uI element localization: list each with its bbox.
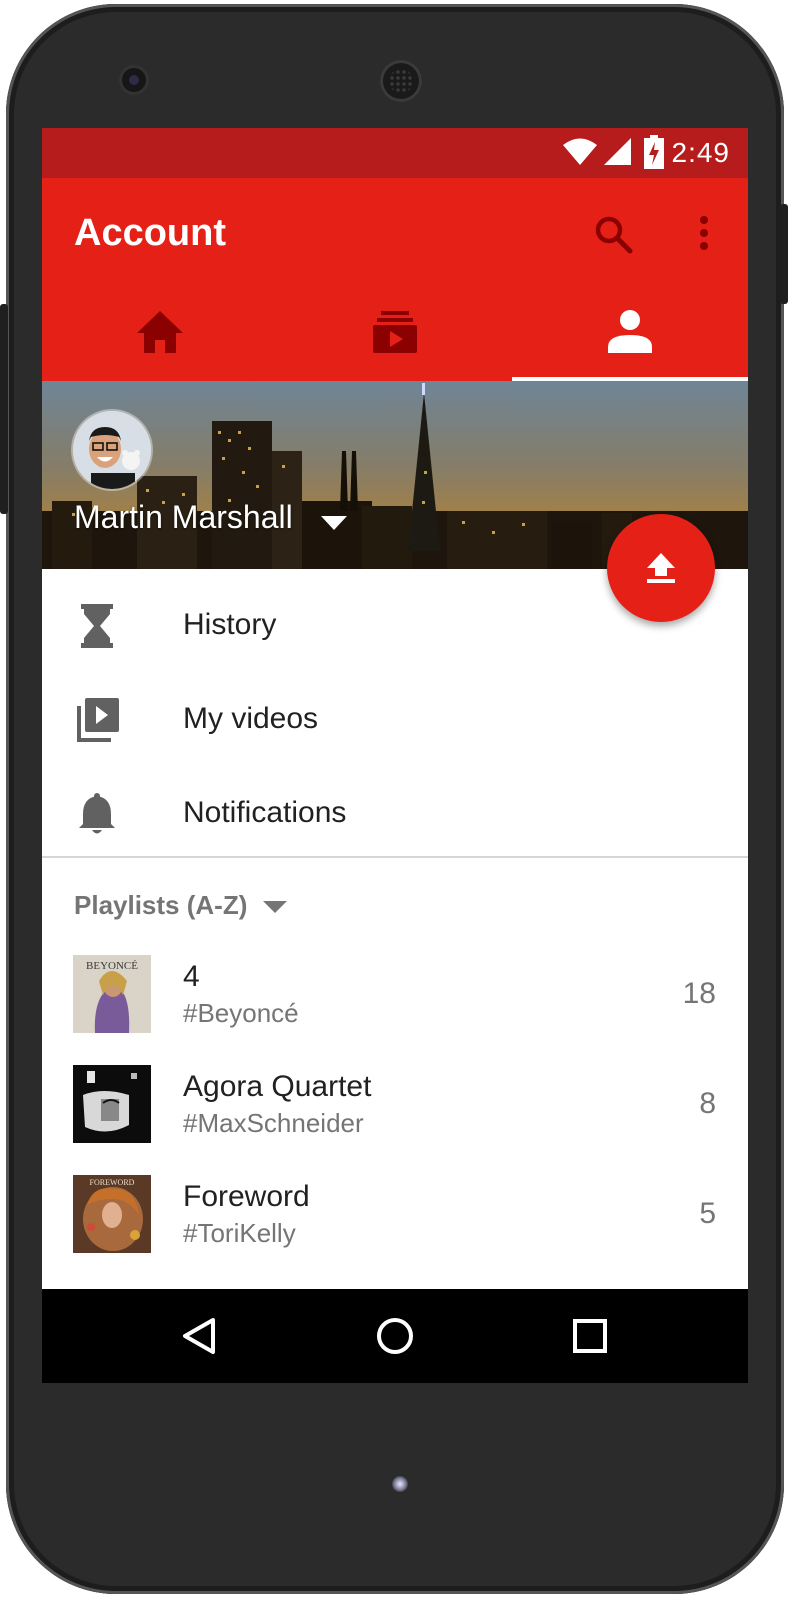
menu-item-label: My videos	[183, 702, 319, 735]
status-time: 2:49	[671, 137, 730, 168]
divider	[42, 856, 748, 858]
search-icon[interactable]	[594, 215, 634, 255]
playlist-title: Agora Quartet	[183, 1070, 372, 1103]
album-cover-image	[73, 1065, 151, 1143]
page-title: Account	[74, 212, 226, 254]
playlist-cover: BEYONCÉ	[73, 955, 151, 1033]
cover-text: FOREWORD	[90, 1178, 135, 1187]
screen: 2:49 Account Martin Marshall History My …	[42, 128, 748, 1383]
playlist-subtitle: #MaxSchneider	[183, 1108, 364, 1138]
tab-subscriptions[interactable]	[277, 283, 512, 381]
battery-charging-icon	[644, 135, 664, 169]
recents-square-icon	[573, 1319, 607, 1353]
account-name[interactable]: Martin Marshall	[74, 499, 293, 536]
earpiece-speaker	[380, 60, 422, 102]
system-navigation-bar	[42, 1289, 748, 1383]
sort-dropdown-icon[interactable]	[263, 901, 287, 913]
video-library-icon	[77, 698, 119, 742]
avatar[interactable]	[73, 411, 151, 489]
wifi-icon	[563, 138, 597, 165]
tab-home[interactable]	[42, 283, 277, 381]
recents-button[interactable]	[565, 1311, 615, 1361]
menu-item-label: History	[183, 608, 277, 641]
playlist-count: 5	[699, 1197, 716, 1230]
more-vert-icon[interactable]	[695, 213, 713, 253]
tab-account[interactable]	[512, 283, 748, 381]
status-bar: 2:49	[42, 128, 748, 178]
home-icon	[136, 311, 183, 353]
playlist-subtitle: #Beyoncé	[183, 998, 299, 1028]
hourglass-icon	[81, 604, 113, 648]
bell-icon	[79, 793, 115, 834]
back-button[interactable]	[174, 1311, 224, 1361]
playlist-row[interactable]: BEYONCÉ 4 #Beyoncé 18	[42, 955, 748, 1055]
cell-signal-icon	[604, 138, 631, 165]
playlist-row[interactable]: Agora Quartet #MaxSchneider 8	[42, 1065, 748, 1165]
app-toolbar: Account	[42, 178, 748, 381]
volume-button	[0, 304, 8, 514]
tab-bar	[42, 283, 748, 381]
playlist-cover	[73, 1065, 151, 1143]
menu-item-label: Notifications	[183, 796, 347, 829]
profile-photo-image	[73, 411, 151, 489]
playlists-sort-header[interactable]: Playlists (A-Z)	[74, 890, 247, 921]
album-cover-image: BEYONCÉ	[73, 955, 151, 1033]
power-button	[780, 204, 788, 304]
playlist-title: Foreword	[183, 1180, 310, 1213]
notification-led	[392, 1476, 408, 1492]
playlist-count: 8	[699, 1087, 716, 1120]
home-button[interactable]	[370, 1311, 420, 1361]
playlist-cover: FOREWORD	[73, 1175, 151, 1253]
playlist-count: 18	[682, 977, 716, 1010]
album-cover-image: FOREWORD	[73, 1175, 151, 1253]
back-icon	[183, 1318, 215, 1354]
playlist-row[interactable]: FOREWORD Foreword #ToriKelly 5	[42, 1175, 748, 1275]
menu-item-notifications[interactable]: Notifications	[42, 766, 748, 860]
account-switcher-dropdown-icon[interactable]	[321, 516, 347, 530]
front-camera	[122, 68, 146, 92]
cover-text: BEYONCÉ	[86, 960, 138, 972]
menu-item-history[interactable]: History	[42, 578, 748, 672]
playlist-title: 4	[183, 960, 200, 993]
playlist-subtitle: #ToriKelly	[183, 1218, 296, 1248]
subscriptions-icon	[372, 311, 417, 353]
home-circle-icon	[377, 1318, 413, 1354]
account-icon	[608, 310, 652, 353]
menu-item-my-videos[interactable]: My videos	[42, 672, 748, 766]
